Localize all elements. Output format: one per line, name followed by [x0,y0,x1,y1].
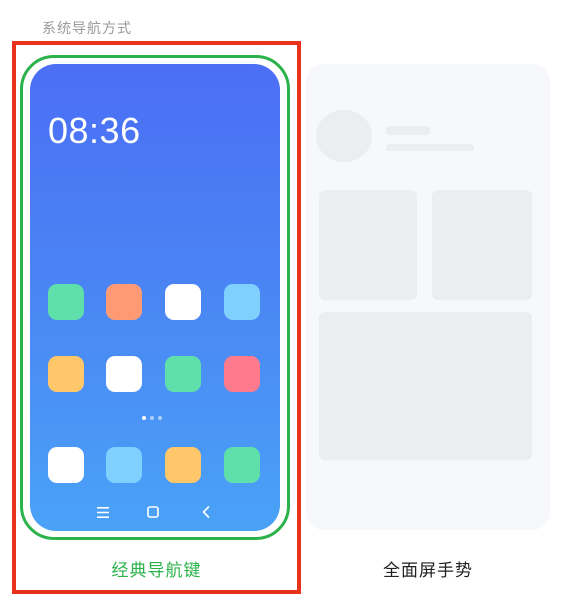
placeholder-card [432,190,532,300]
app-icon [106,284,142,320]
placeholder-avatar [316,110,372,162]
page-dot [142,416,146,420]
dock-app-icon [106,447,142,483]
menu-icon [93,504,113,520]
dock-app-icon [224,447,260,483]
placeholder-line [386,144,474,151]
placeholder-card [319,312,532,460]
classic-preview-screen: 08:36 [30,64,280,531]
navigation-mode-screen: 系统导航方式 08:36 经典导航键 全面屏手势 [0,0,579,600]
placeholder-line [386,126,430,135]
section-title: 系统导航方式 [42,21,132,37]
app-icon [48,356,84,392]
home-square-icon [143,504,163,520]
gesture-navigation-label[interactable]: 全面屏手势 [306,556,550,581]
dock-app-icon [48,447,84,483]
app-icon [48,284,84,320]
app-icon [224,356,260,392]
app-icon [224,284,260,320]
app-icon [106,356,142,392]
page-dot [150,416,154,420]
preview-clock: 08:36 [48,110,141,151]
page-indicator [142,416,162,420]
gesture-navigation-option[interactable] [306,64,550,530]
app-icon [165,356,201,392]
classic-navigation-label[interactable]: 经典导航键 [12,556,301,581]
app-icon [165,284,201,320]
dock-app-icon [165,447,201,483]
placeholder-card [319,190,417,300]
back-chevron-icon [196,504,216,520]
page-dot [158,416,162,420]
